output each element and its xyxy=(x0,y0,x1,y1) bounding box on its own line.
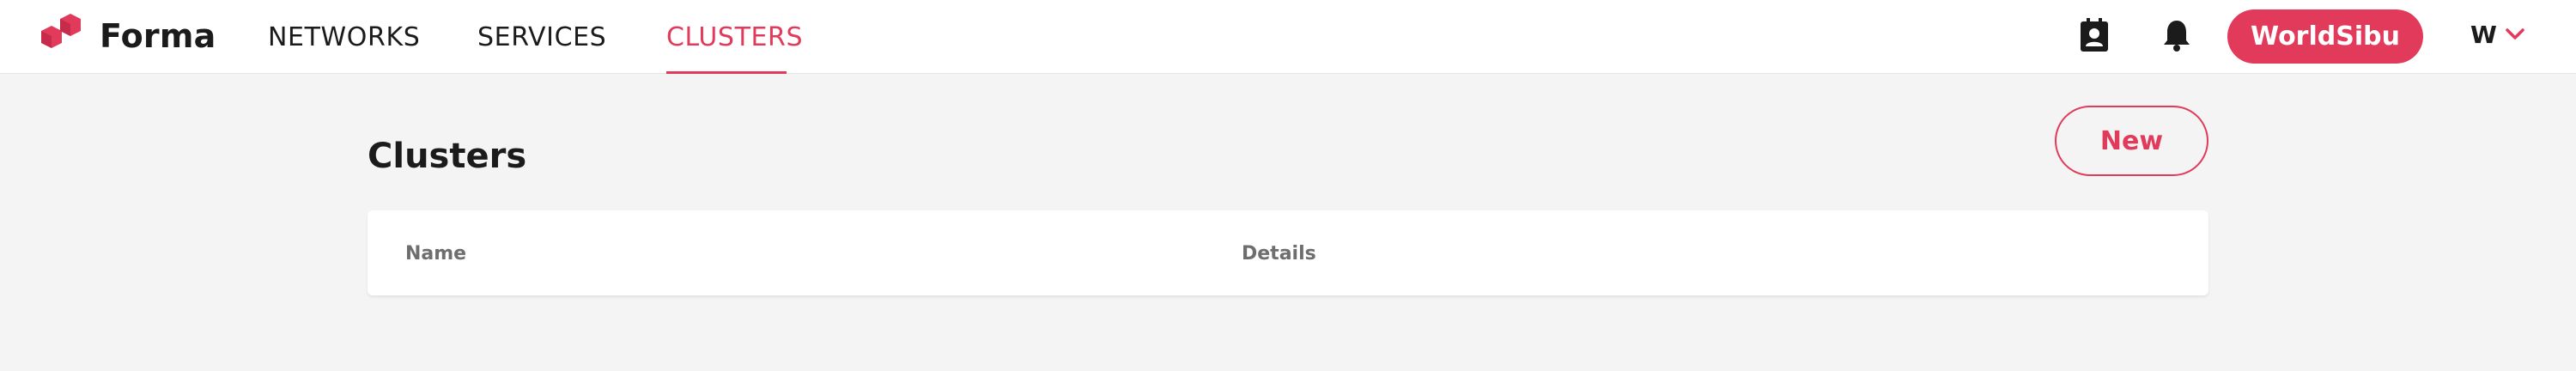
nav-item-networks[interactable]: NETWORKS xyxy=(268,21,420,55)
nav-item-clusters[interactable]: CLUSTERS xyxy=(666,21,803,55)
new-cluster-button[interactable]: New xyxy=(2055,106,2208,176)
user-menu[interactable]: W xyxy=(2470,17,2524,52)
forma-logo-icon xyxy=(41,14,81,48)
column-header-name[interactable]: Name xyxy=(405,243,466,265)
notifications-button[interactable] xyxy=(2157,15,2196,55)
nav-item-services[interactable]: SERVICES xyxy=(477,21,606,55)
top-navigation-bar: Forma NETWORKS SERVICES CLUSTERS WorldSi… xyxy=(0,0,2576,74)
bell-icon xyxy=(2164,21,2190,52)
active-tab-indicator xyxy=(666,71,787,74)
organization-button[interactable]: WorldSibu xyxy=(2227,9,2423,64)
column-header-details[interactable]: Details xyxy=(1242,243,1316,265)
user-avatar-initial: W xyxy=(2470,20,2497,49)
page-title: Clusters xyxy=(368,137,527,176)
clusters-table: Name Details xyxy=(368,210,2208,295)
brand[interactable]: Forma xyxy=(38,12,216,60)
chevron-down-icon xyxy=(2506,28,2524,40)
contact-card-icon xyxy=(2081,18,2108,52)
contacts-button[interactable] xyxy=(2075,15,2114,55)
brand-name: Forma xyxy=(100,17,216,55)
